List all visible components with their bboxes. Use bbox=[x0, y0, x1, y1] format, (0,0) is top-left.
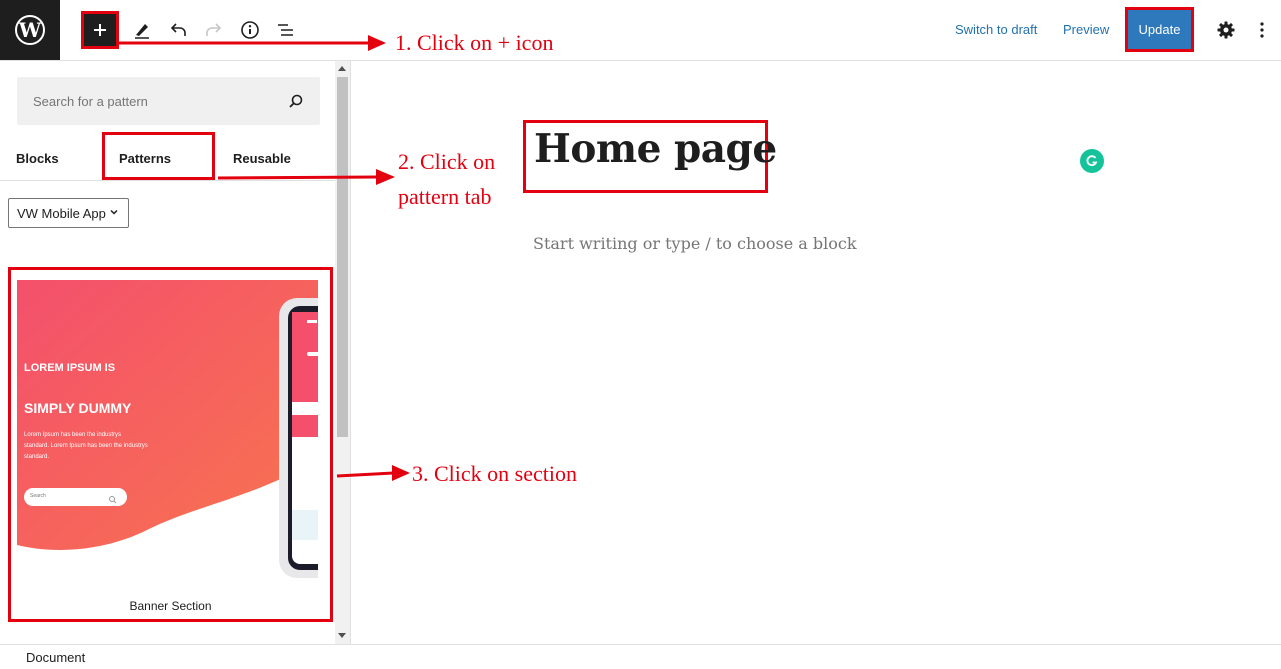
pattern-preview: LOREM IPSUM IS SIMPLY DUMMY Lorem Ipsum … bbox=[17, 280, 318, 580]
post-title[interactable]: Home page bbox=[534, 126, 777, 172]
annotation-step-1: 1. Click on + icon bbox=[395, 30, 554, 55]
redo-icon[interactable] bbox=[198, 14, 230, 46]
info-icon[interactable] bbox=[234, 14, 266, 46]
preview-text-1: Lorem Ipsum has been the industrys bbox=[24, 432, 122, 438]
pattern-banner-section[interactable]: LOREM IPSUM IS SIMPLY DUMMY Lorem Ipsum … bbox=[8, 267, 333, 622]
preview-heading-1: LOREM IPSUM IS bbox=[24, 362, 116, 374]
switch-to-draft-button[interactable]: Switch to draft bbox=[955, 22, 1037, 37]
pattern-search bbox=[17, 77, 320, 125]
annotation-step-3: 3. Click on section bbox=[412, 461, 577, 486]
search-icon[interactable] bbox=[288, 93, 304, 114]
update-button[interactable]: Update bbox=[1125, 7, 1194, 52]
preview-text-3: standard. bbox=[24, 454, 50, 460]
pencil-icon[interactable] bbox=[126, 14, 158, 46]
block-inserter-panel: Blocks Patterns Reusable VW Mobile App bbox=[0, 61, 351, 644]
scroll-up-icon[interactable] bbox=[338, 66, 346, 71]
undo-icon[interactable] bbox=[162, 14, 194, 46]
wordpress-logo-icon[interactable]: W bbox=[0, 0, 60, 60]
block-placeholder[interactable]: Start writing or type / to choose a bloc… bbox=[533, 234, 857, 253]
editor-footer: Document bbox=[0, 644, 1281, 669]
grammarly-icon[interactable] bbox=[1080, 149, 1104, 173]
scroll-thumb[interactable] bbox=[337, 77, 348, 437]
preview-heading-2: SIMPLY DUMMY bbox=[24, 400, 132, 416]
chevron-down-icon bbox=[108, 206, 120, 221]
pattern-category-select[interactable]: VW Mobile App bbox=[8, 198, 129, 228]
annotation-step-2-line-1: 2. Click on bbox=[398, 149, 496, 174]
breadcrumb[interactable]: Document bbox=[26, 650, 85, 665]
tab-reusable[interactable]: Reusable bbox=[233, 151, 291, 166]
wp-block-editor: W Switch to draft Preview Update Search … bbox=[0, 0, 1281, 669]
more-vertical-icon[interactable] bbox=[1246, 14, 1278, 46]
pattern-name: Banner Section bbox=[129, 599, 212, 613]
annotation-step-2-line-2: pattern tab bbox=[398, 184, 492, 209]
pattern-search-input[interactable] bbox=[17, 77, 277, 125]
scroll-down-icon[interactable] bbox=[338, 633, 346, 638]
list-view-icon[interactable] bbox=[270, 14, 302, 46]
editor-header: W Switch to draft Preview Update bbox=[0, 0, 1281, 61]
tabs-divider bbox=[0, 180, 335, 181]
gear-icon[interactable] bbox=[1210, 14, 1242, 46]
inserter-scrollbar[interactable] bbox=[335, 61, 350, 644]
preview-button[interactable]: Preview bbox=[1063, 22, 1109, 37]
tab-blocks[interactable]: Blocks bbox=[16, 151, 59, 166]
pattern-category-value: VW Mobile App bbox=[17, 206, 106, 221]
preview-search-bar: Search bbox=[24, 488, 127, 506]
preview-text-2: standard. Lorem Ipsum has been the indus… bbox=[24, 443, 148, 449]
patterns-tab-highlight bbox=[102, 132, 215, 180]
svg-text:W: W bbox=[18, 18, 42, 42]
preview-search-icon bbox=[108, 491, 117, 509]
preview-search-label: Search bbox=[30, 493, 46, 499]
plus-icon[interactable] bbox=[81, 11, 119, 49]
